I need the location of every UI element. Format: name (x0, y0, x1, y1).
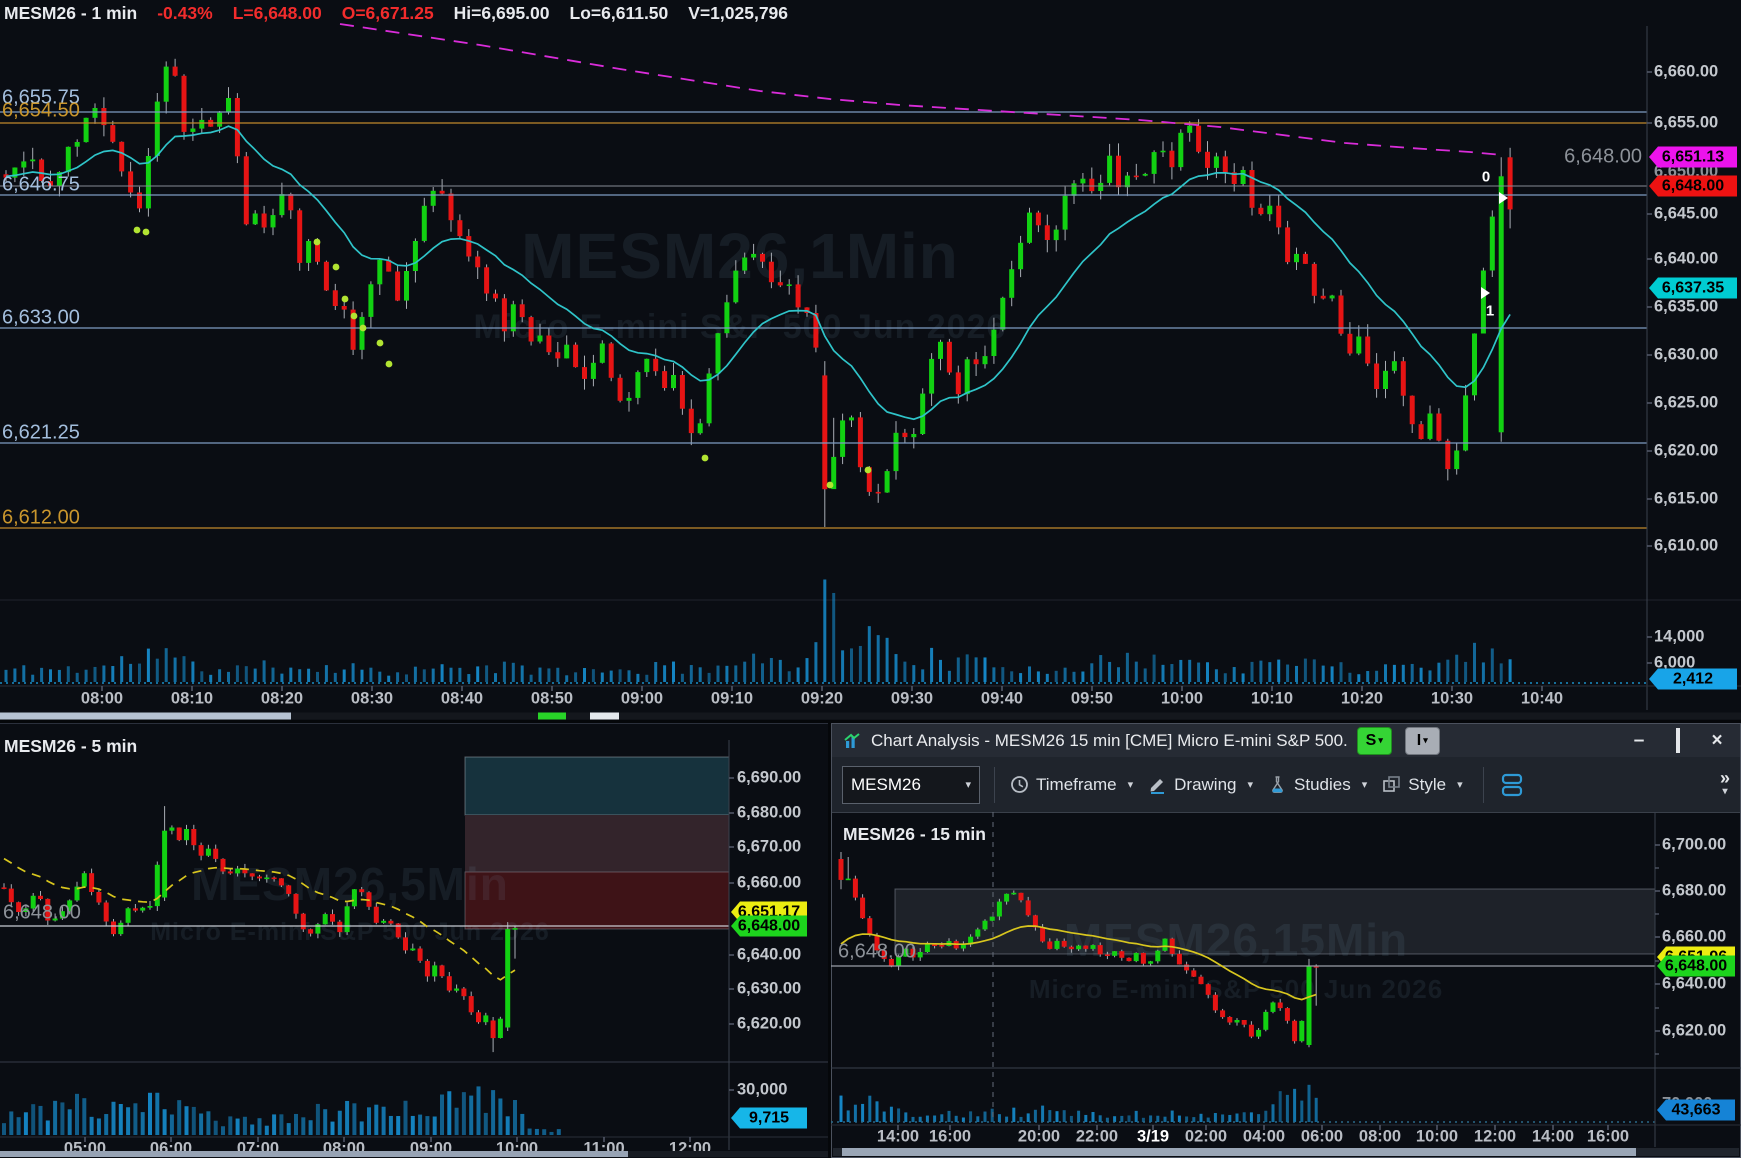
time-axis-label: 08:00 (1359, 1128, 1401, 1147)
time-axis-label: 14:00 (877, 1128, 919, 1147)
time-axis-label: 16:00 (929, 1128, 971, 1147)
y-axis-label: 6,640.00 (1662, 975, 1726, 994)
time-axis-label: 16:00 (1587, 1128, 1629, 1147)
time-axis-label: 14:00 (1532, 1128, 1574, 1147)
time-axis-label: 12:00 (1474, 1128, 1516, 1147)
y-axis-label: 6,620.00 (1662, 1022, 1726, 1041)
time-axis-label: 02:00 (1185, 1128, 1227, 1147)
time-axis-label: 04:00 (1243, 1128, 1285, 1147)
trading-workspace: MESM26 - 1 min -0.43% L=6,648.00 O=6,671… (0, 0, 1741, 1158)
labels-15min: 6,700.00 6,680.00 6,660.00 6,640.00 6,620.00… (0, 0, 1741, 1158)
time-axis-label: 22:00 (1076, 1128, 1118, 1147)
y-axis-label: 6,680.00 (1662, 882, 1726, 901)
y-axis-label: 6,660.00 (1662, 928, 1726, 947)
time-axis-label: 10:00 (1416, 1128, 1458, 1147)
time-axis-label: 3/19 (1137, 1128, 1169, 1147)
time-axis-label: 20:00 (1018, 1128, 1060, 1147)
scrollbar-thumb[interactable] (842, 1148, 1636, 1156)
time-axis-label: 06:00 (1301, 1128, 1343, 1147)
y-axis-label: 6,700.00 (1662, 836, 1726, 855)
inline-price-label: 6,648.00 (838, 941, 916, 964)
price-badge: 43,663 (1657, 1100, 1735, 1121)
price-badge: 6,648.00 (1657, 956, 1735, 977)
